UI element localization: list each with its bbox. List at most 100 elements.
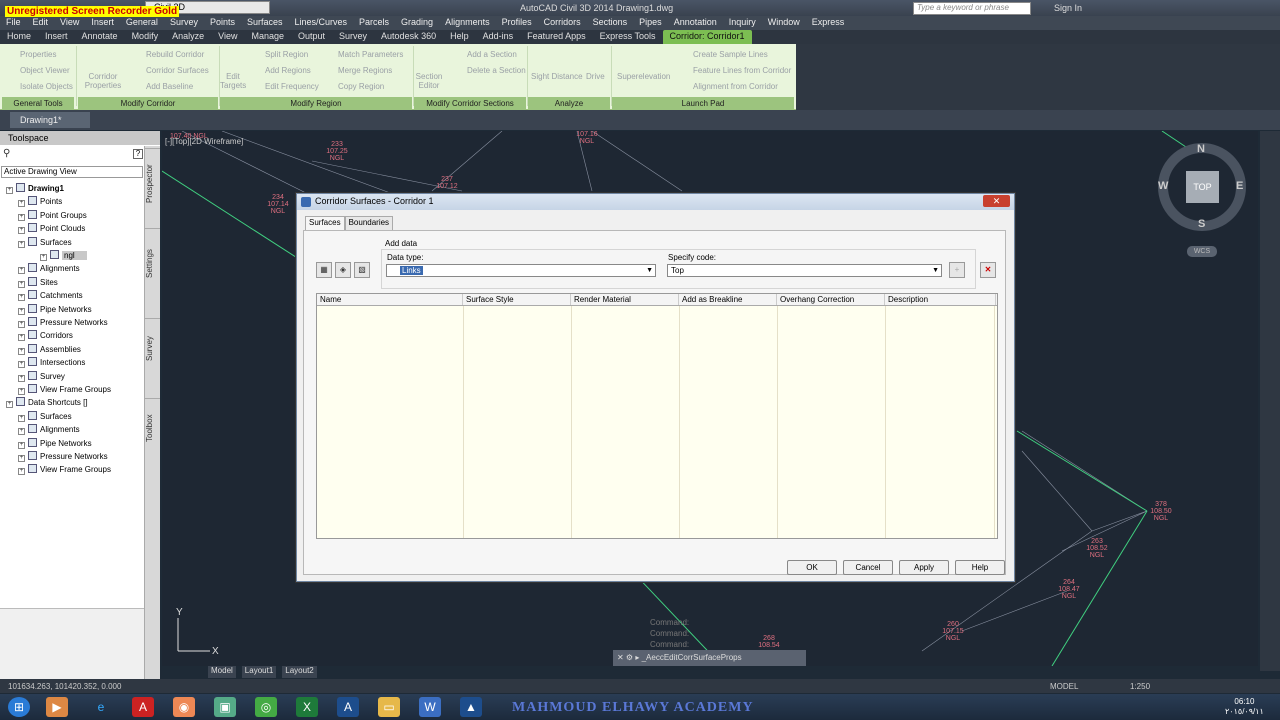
wcs-menu[interactable]: WCS bbox=[1187, 246, 1217, 257]
ribbon-tab-home[interactable]: Home bbox=[0, 30, 38, 44]
sight-distance-button[interactable]: Sight Distance bbox=[531, 72, 583, 81]
match-parameters-button[interactable]: Match Parameters bbox=[338, 50, 403, 59]
help-button[interactable]: Help bbox=[955, 560, 1005, 575]
excel-icon[interactable]: X bbox=[296, 697, 318, 717]
ribbon-tab-output[interactable]: Output bbox=[291, 30, 332, 44]
annotation-scale[interactable]: 1:250 bbox=[1130, 682, 1150, 691]
expand-icon[interactable]: + bbox=[18, 388, 25, 395]
search-input[interactable]: Type a keyword or phrase bbox=[913, 2, 1031, 15]
add-section-button[interactable]: Add a Section bbox=[467, 50, 517, 59]
menu-alignments[interactable]: Alignments bbox=[439, 16, 496, 30]
surface-options-icon[interactable]: ▧ bbox=[354, 262, 370, 278]
layout-tab-layout1[interactable]: Layout1 bbox=[241, 666, 277, 678]
menu-points[interactable]: Points bbox=[204, 16, 241, 30]
tree-item[interactable]: + View Frame Groups bbox=[18, 384, 111, 395]
tree-item[interactable]: + Data Shortcuts [] bbox=[6, 397, 88, 409]
edit-frequency-button[interactable]: Edit Frequency bbox=[265, 82, 319, 91]
right-toolbar[interactable] bbox=[1260, 131, 1280, 671]
tree-item[interactable]: + Alignments bbox=[18, 263, 80, 275]
expand-icon[interactable]: + bbox=[18, 468, 25, 476]
alignment-from-corridor-button[interactable]: Alignment from Corridor bbox=[693, 82, 778, 91]
tree-item[interactable]: + Drawing1 bbox=[6, 183, 64, 194]
feature-lines-button[interactable]: Feature Lines from Corridor bbox=[693, 66, 791, 75]
launch-pad-title[interactable]: Launch Pad bbox=[612, 97, 794, 110]
tree-item[interactable]: + Intersections bbox=[18, 357, 85, 369]
menu-express[interactable]: Express bbox=[806, 16, 851, 30]
corridor-properties-button[interactable]: Corridor Properties bbox=[82, 72, 124, 90]
copy-region-button[interactable]: Copy Region bbox=[338, 82, 384, 91]
tree-item[interactable]: + Corridors bbox=[18, 330, 73, 342]
expand-icon[interactable]: + bbox=[18, 307, 25, 315]
menu-pipes[interactable]: Pipes bbox=[633, 16, 668, 30]
tab-toolbox[interactable]: Toolbox bbox=[145, 398, 160, 458]
modify-region-title[interactable]: Modify Region bbox=[220, 97, 412, 110]
tree-item[interactable]: + Pressure Networks bbox=[18, 451, 108, 462]
autocad-icon[interactable]: A bbox=[337, 697, 359, 717]
expand-icon[interactable]: + bbox=[6, 401, 13, 409]
expand-icon[interactable]: + bbox=[18, 227, 25, 235]
pick-surface-icon[interactable]: ◈ bbox=[335, 262, 351, 278]
expand-icon[interactable]: + bbox=[18, 428, 25, 436]
toolspace-search-icon[interactable]: ⚲ bbox=[3, 148, 10, 159]
compass-south[interactable]: S bbox=[1198, 218, 1205, 230]
media-player-icon[interactable]: ▶ bbox=[46, 697, 68, 717]
layout-tab-layout2[interactable]: Layout2 bbox=[282, 666, 317, 678]
word-icon[interactable]: W bbox=[419, 697, 441, 717]
tree-item[interactable]: + Pressure Networks bbox=[18, 317, 108, 328]
expand-icon[interactable]: + bbox=[18, 455, 25, 462]
tree-item[interactable]: + ngl bbox=[40, 250, 87, 261]
tree-item[interactable]: + Point Groups bbox=[18, 209, 87, 221]
edit-targets-button[interactable]: Edit Targets bbox=[220, 72, 246, 90]
expand-icon[interactable]: + bbox=[18, 200, 25, 208]
superelevation-button[interactable]: Superelevation bbox=[617, 72, 670, 81]
menu-insert[interactable]: Insert bbox=[85, 16, 120, 30]
ribbon-tab-annotate[interactable]: Annotate bbox=[75, 30, 125, 44]
column-header[interactable]: Description bbox=[885, 294, 996, 305]
layout-tab-model[interactable]: Model bbox=[208, 666, 236, 678]
tree-item[interactable]: + Sites bbox=[18, 276, 58, 288]
expand-icon[interactable]: + bbox=[18, 441, 25, 449]
file-tab-drawing1[interactable]: Drawing1* bbox=[10, 112, 90, 128]
tree-item[interactable]: + Assemblies bbox=[18, 343, 81, 355]
tab-surfaces[interactable]: Surfaces bbox=[305, 216, 345, 230]
expand-icon[interactable]: + bbox=[18, 321, 25, 328]
ribbon-tab-analyze[interactable]: Analyze bbox=[165, 30, 211, 44]
menu-annotation[interactable]: Annotation bbox=[668, 16, 723, 30]
expand-icon[interactable]: + bbox=[18, 334, 25, 342]
menu-sections[interactable]: Sections bbox=[587, 16, 634, 30]
menu-lines-curves[interactable]: Lines/Curves bbox=[289, 16, 354, 30]
expand-icon[interactable]: + bbox=[18, 414, 25, 422]
start-icon[interactable]: ⊞ bbox=[8, 697, 30, 717]
section-editor-button[interactable]: Section Editor bbox=[414, 72, 444, 90]
sign-in-link[interactable]: Sign In bbox=[1054, 3, 1082, 13]
properties-button[interactable]: Properties bbox=[20, 50, 56, 59]
create-sample-lines-button[interactable]: Create Sample Lines bbox=[693, 50, 768, 59]
menu-profiles[interactable]: Profiles bbox=[496, 16, 538, 30]
add-baseline-button[interactable]: Add Baseline bbox=[146, 82, 193, 91]
menu-parcels[interactable]: Parcels bbox=[353, 16, 395, 30]
menu-inquiry[interactable]: Inquiry bbox=[723, 16, 762, 30]
column-header[interactable]: Add as Breakline bbox=[679, 294, 777, 305]
model-space-toggle[interactable]: MODEL bbox=[1050, 682, 1078, 691]
ok-button[interactable]: OK bbox=[787, 560, 837, 575]
tree-item[interactable]: + Survey bbox=[18, 370, 65, 382]
column-header[interactable]: Surface Style bbox=[463, 294, 571, 305]
menu-window[interactable]: Window bbox=[762, 16, 806, 30]
compass-east[interactable]: E bbox=[1236, 180, 1243, 192]
ribbon-tab-view[interactable]: View bbox=[211, 30, 244, 44]
tab-boundaries[interactable]: Boundaries bbox=[344, 216, 394, 230]
menu-grading[interactable]: Grading bbox=[395, 16, 439, 30]
tree-item[interactable]: + Points bbox=[18, 196, 62, 208]
menu-corridors[interactable]: Corridors bbox=[538, 16, 587, 30]
expand-icon[interactable]: + bbox=[18, 213, 25, 221]
tree-item[interactable]: + Catchments bbox=[18, 290, 83, 302]
viewcube-top[interactable]: TOP bbox=[1186, 171, 1219, 203]
delete-icon[interactable]: ✕ bbox=[980, 262, 996, 278]
menu-general[interactable]: General bbox=[120, 16, 164, 30]
column-header[interactable]: Name bbox=[317, 294, 463, 305]
ribbon-tab-help[interactable]: Help bbox=[443, 30, 476, 44]
tree-item[interactable]: + Pipe Networks bbox=[18, 437, 92, 449]
rebuild-corridor-button[interactable]: Rebuild Corridor bbox=[146, 50, 204, 59]
expand-icon[interactable]: + bbox=[18, 294, 25, 302]
civil3d-task-icon[interactable]: ▲ bbox=[460, 697, 482, 717]
